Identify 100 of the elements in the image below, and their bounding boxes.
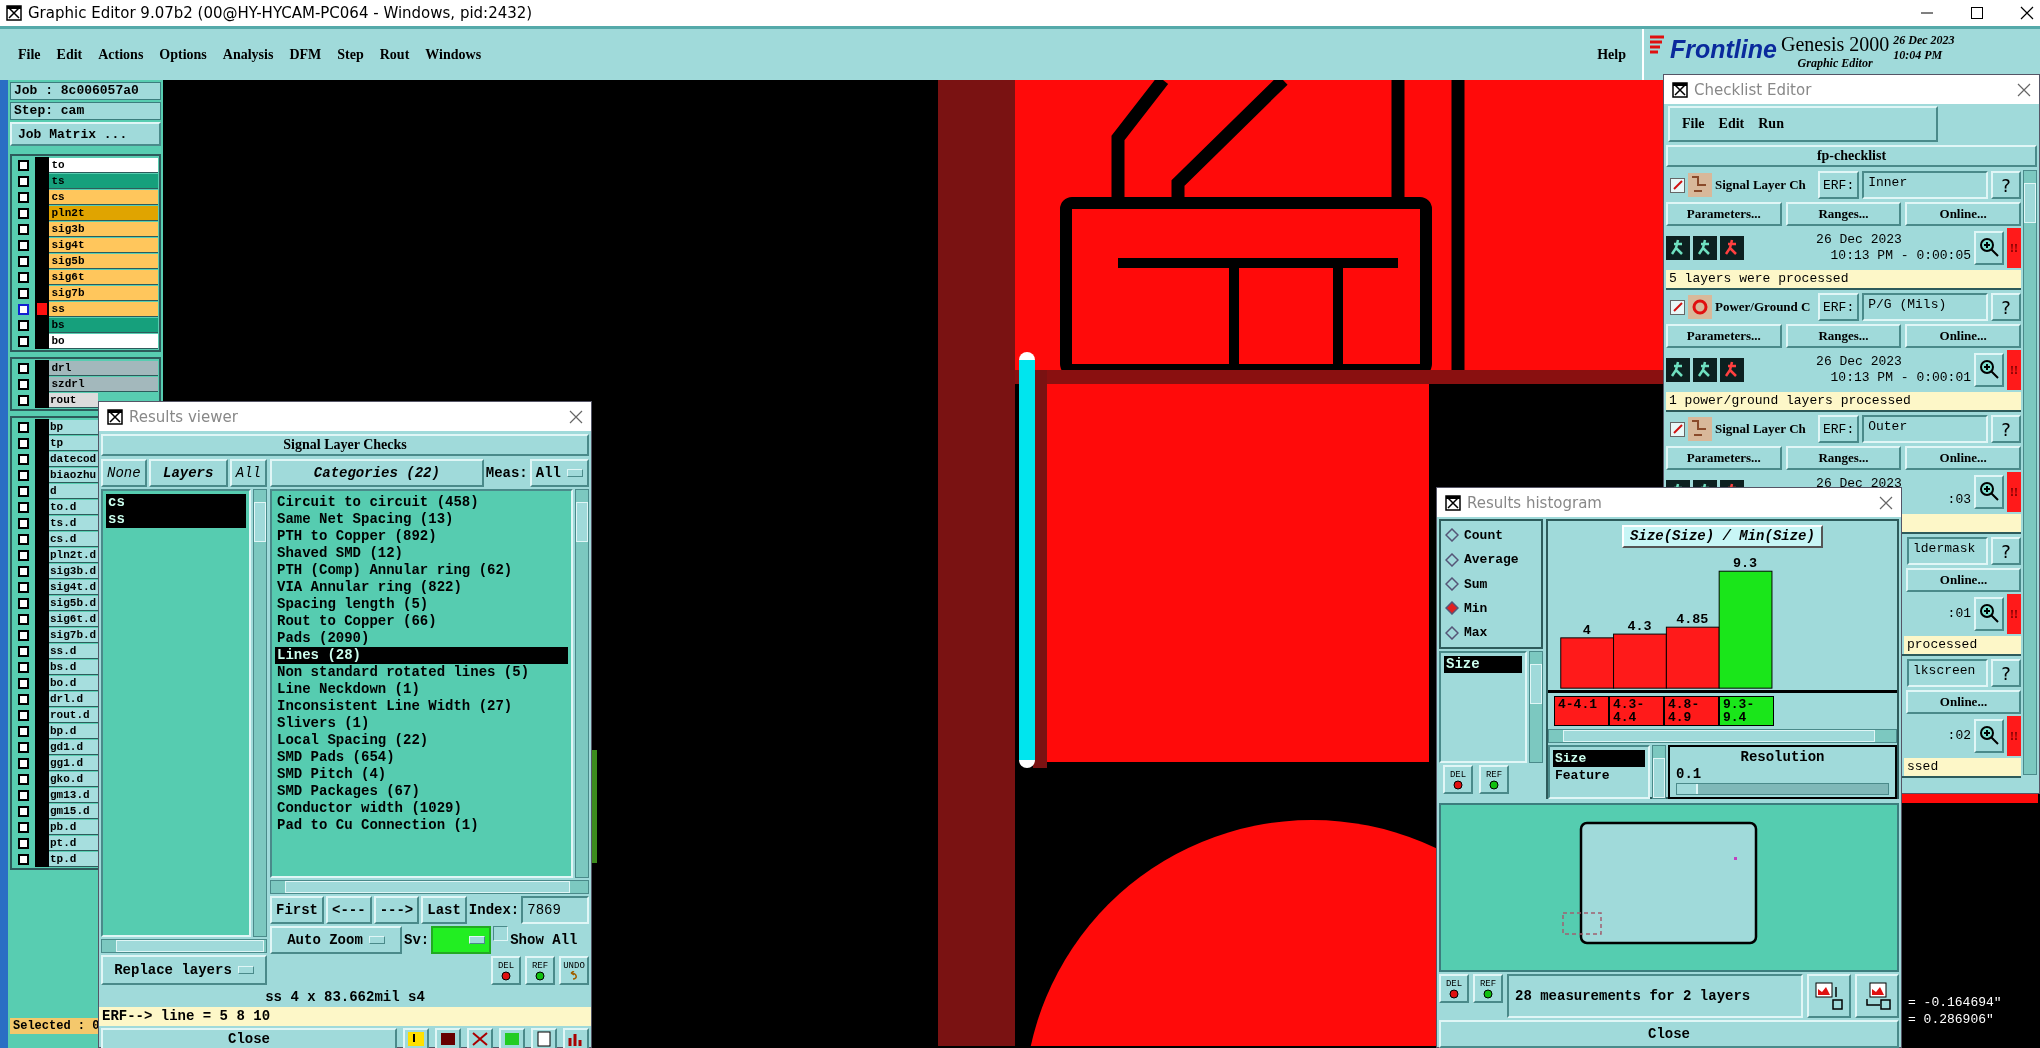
layer-name[interactable]: rout bbox=[49, 392, 98, 408]
layer-checkbox[interactable] bbox=[18, 645, 29, 657]
radio-diamond-icon[interactable] bbox=[1445, 625, 1459, 640]
help-menu[interactable]: Help bbox=[1597, 46, 1626, 63]
layer-name[interactable]: sig5b.d bbox=[49, 595, 98, 611]
layer-checkbox[interactable] bbox=[18, 501, 29, 513]
navigation-button[interactable]: <--- bbox=[326, 896, 372, 924]
layers-button[interactable]: Layers bbox=[148, 459, 228, 487]
ref-button[interactable]: REF bbox=[525, 956, 555, 985]
histogram-bar[interactable] bbox=[1665, 626, 1720, 689]
layer-name[interactable]: ts.d bbox=[49, 515, 98, 531]
check-option-button[interactable]: Parameters... bbox=[1666, 446, 1782, 470]
undo-button[interactable]: UNDO bbox=[559, 956, 589, 985]
maximize-icon[interactable] bbox=[1970, 6, 1984, 20]
layer-name[interactable]: tp.d bbox=[49, 851, 98, 867]
layer-checkbox[interactable] bbox=[18, 709, 29, 721]
layer-checkbox[interactable] bbox=[18, 677, 29, 689]
layer-checkbox[interactable] bbox=[18, 175, 29, 187]
layer-name[interactable]: bo.d bbox=[49, 675, 98, 691]
menu-item[interactable]: Windows bbox=[425, 46, 482, 63]
layer-checkbox[interactable] bbox=[18, 485, 29, 497]
layer-checkbox[interactable] bbox=[18, 597, 29, 609]
meas-dropdown[interactable]: All bbox=[529, 459, 589, 487]
job-matrix-button[interactable]: Job Matrix ... bbox=[10, 122, 161, 146]
help-button[interactable]: ? bbox=[1991, 659, 2021, 687]
layer-name[interactable]: tp bbox=[49, 435, 98, 451]
filter-button[interactable]: None bbox=[101, 459, 147, 487]
ref-button[interactable]: REF bbox=[1479, 765, 1509, 794]
check-option-button[interactable]: Ranges... bbox=[1785, 446, 1902, 470]
layer-name[interactable]: sig3b bbox=[48, 221, 158, 237]
ref-button[interactable]: REF bbox=[1473, 974, 1503, 1003]
layer-name[interactable]: gd1.d bbox=[49, 739, 98, 755]
layer-name[interactable]: sig4t.d bbox=[49, 579, 98, 595]
replace-layers-dropdown[interactable]: Replace layers bbox=[101, 955, 267, 985]
menu-item[interactable]: File bbox=[1682, 116, 1705, 132]
vertical-scrollbar[interactable] bbox=[253, 489, 267, 937]
tool-button[interactable] bbox=[467, 1028, 493, 1048]
tool-button[interactable] bbox=[403, 1028, 429, 1048]
horizontal-scrollbar[interactable] bbox=[270, 880, 589, 894]
layer-checkbox[interactable] bbox=[18, 581, 29, 593]
layer-checkbox[interactable] bbox=[18, 757, 29, 769]
erf-field[interactable]: ldermask bbox=[1907, 537, 1988, 565]
menu-item[interactable]: Actions bbox=[98, 46, 144, 63]
layer-checkbox[interactable] bbox=[18, 837, 29, 849]
close-icon[interactable] bbox=[2020, 6, 2034, 20]
layer-name[interactable]: gm15.d bbox=[49, 803, 98, 819]
radio-diamond-icon[interactable] bbox=[1445, 528, 1459, 543]
menu-item[interactable]: Edit bbox=[1718, 116, 1745, 132]
erf-field[interactable]: lkscreen bbox=[1907, 659, 1988, 687]
layer-checkbox[interactable] bbox=[18, 789, 29, 801]
list-item[interactable]: Spacing length (5) bbox=[275, 596, 568, 613]
layer-name[interactable]: sig5b bbox=[48, 253, 158, 269]
layer-name[interactable]: sig6t.d bbox=[49, 611, 98, 627]
layer-checkbox[interactable] bbox=[18, 517, 29, 529]
list-item[interactable]: ss bbox=[106, 511, 246, 528]
layer-name[interactable]: cs.d bbox=[49, 531, 98, 547]
layer-checkbox[interactable] bbox=[18, 773, 29, 785]
navigation-button[interactable]: ---> bbox=[373, 896, 420, 924]
export-button[interactable] bbox=[1807, 974, 1851, 1018]
erf-button[interactable]: ERF: bbox=[1818, 293, 1860, 321]
menu-item[interactable]: Run bbox=[1758, 116, 1784, 132]
help-button[interactable]: ? bbox=[1991, 171, 2021, 199]
layer-checkbox[interactable] bbox=[18, 362, 29, 374]
layer-name[interactable]: sig3b.d bbox=[49, 563, 98, 579]
menu-item[interactable]: Rout bbox=[379, 46, 410, 63]
layer-checkbox[interactable] bbox=[18, 287, 29, 299]
categories-button[interactable]: Categories (22) bbox=[270, 459, 484, 487]
check-option-button[interactable]: Online... bbox=[1905, 324, 2021, 348]
vertical-scrollbar[interactable] bbox=[1529, 651, 1543, 763]
layer-name[interactable]: pb.d bbox=[49, 819, 98, 835]
erf-field[interactable]: P/G (Mils) bbox=[1862, 293, 1988, 321]
close-button[interactable]: Close bbox=[1439, 1020, 1899, 1048]
layer-checkbox[interactable] bbox=[18, 533, 29, 545]
layer-checkbox[interactable] bbox=[18, 223, 29, 235]
layer-name[interactable]: drl bbox=[48, 360, 158, 376]
layer-checkbox[interactable] bbox=[18, 207, 29, 219]
radio-diamond-icon[interactable] bbox=[1445, 601, 1459, 616]
layer-name[interactable]: bp bbox=[49, 419, 98, 435]
erf-button[interactable]: ERF: bbox=[1818, 171, 1860, 199]
layer-name[interactable]: bs bbox=[48, 317, 158, 333]
zoom-button[interactable] bbox=[1974, 231, 2004, 265]
menu-item[interactable]: File bbox=[18, 46, 41, 63]
layer-name[interactable]: sig7b bbox=[48, 285, 158, 301]
layer-checkbox[interactable] bbox=[18, 693, 29, 705]
list-item[interactable]: Size bbox=[1553, 750, 1645, 767]
list-item[interactable]: Slivers (1) bbox=[275, 715, 568, 732]
layer-name[interactable]: drl.d bbox=[49, 691, 98, 707]
list-item[interactable]: Size bbox=[1444, 656, 1522, 673]
layer-name[interactable]: rout.d bbox=[49, 707, 98, 723]
layer-name[interactable]: biaozhu bbox=[49, 467, 98, 483]
erf-field[interactable]: Inner bbox=[1862, 171, 1988, 199]
check-option-button[interactable]: Online... bbox=[1905, 202, 2021, 226]
import-button[interactable] bbox=[1855, 974, 1899, 1018]
layer-checkbox[interactable] bbox=[18, 319, 29, 331]
layer-name[interactable]: cs bbox=[48, 189, 158, 205]
list-item[interactable]: SMD Pitch (4) bbox=[275, 766, 568, 783]
list-item[interactable]: Lines (28) bbox=[275, 647, 568, 664]
list-item[interactable]: Conductor width (1029) bbox=[275, 800, 568, 817]
layer-name[interactable]: pt.d bbox=[49, 835, 98, 851]
horizontal-scrollbar[interactable] bbox=[1548, 729, 1897, 743]
